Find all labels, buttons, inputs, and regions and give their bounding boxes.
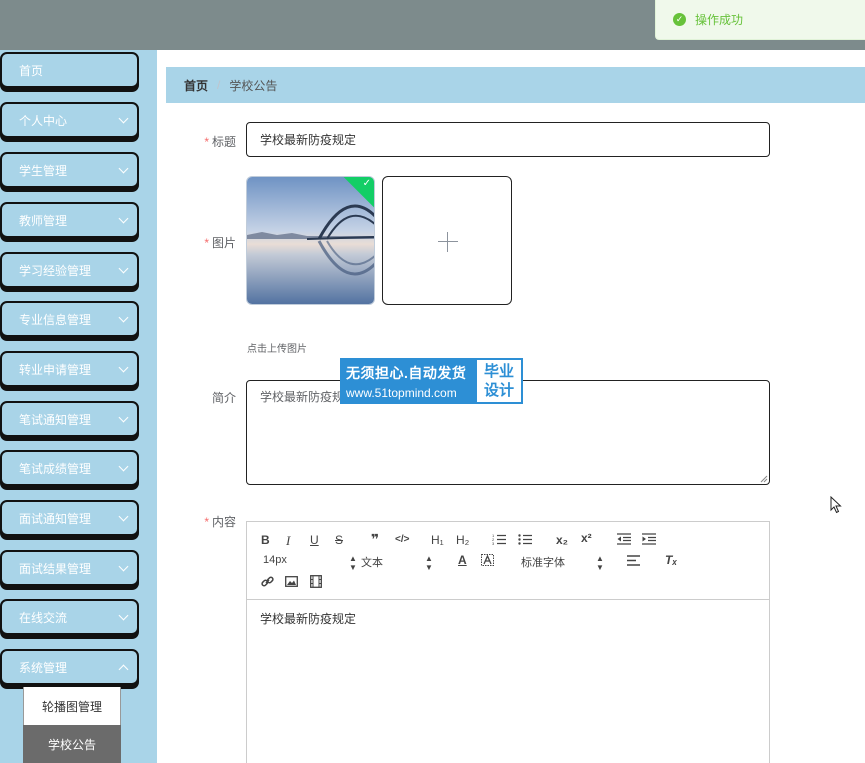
bullet-list-icon[interactable] xyxy=(518,533,532,545)
sidebar-item-online-chat[interactable]: 在线交流 xyxy=(0,599,139,635)
title-label: * 标题 xyxy=(204,135,236,149)
image-icon[interactable] xyxy=(285,576,298,587)
block-format-select[interactable]: 文本 ▲ ▼ xyxy=(361,554,433,572)
sidebar-item-label: 教师管理 xyxy=(19,213,68,228)
code-icon[interactable]: </> xyxy=(395,534,409,545)
sidebar-item-students[interactable]: 学生管理 xyxy=(0,152,139,188)
sidebar-item-label: 系统管理 xyxy=(19,660,68,675)
clear-format-icon[interactable]: Tₓ xyxy=(665,553,677,567)
superscript-icon[interactable]: x² xyxy=(581,531,592,545)
intro-label: 简介 xyxy=(211,391,236,405)
chevron-down-icon xyxy=(118,610,129,621)
upload-tip: 点击上传图片 xyxy=(247,344,307,355)
sidebar-item-label: 专业信息管理 xyxy=(19,312,92,327)
sidebar-item-interview-result[interactable]: 面试结果管理 xyxy=(0,550,139,586)
chevron-down-icon xyxy=(118,312,129,323)
blockquote-icon[interactable]: ❞ xyxy=(371,531,379,548)
h2-icon[interactable]: H₂ xyxy=(456,533,469,547)
bridge-photo xyxy=(247,177,374,304)
chevron-down-icon xyxy=(118,113,129,124)
subscript-icon[interactable]: x₂ xyxy=(556,533,568,547)
sidebar-item-label: 首页 xyxy=(19,63,44,78)
indent-icon[interactable] xyxy=(642,533,656,545)
font-size-select[interactable]: 14px ▲ ▼ xyxy=(263,554,358,572)
breadcrumb-current: 学校公告 xyxy=(229,78,278,93)
sidebar-item-personal-center[interactable]: 个人中心 xyxy=(0,102,139,138)
chevron-down-icon xyxy=(118,412,129,423)
bold-icon[interactable]: B xyxy=(261,533,270,547)
title-input[interactable] xyxy=(246,122,770,157)
sidebar-item-home[interactable]: 首页 xyxy=(0,52,139,88)
sidebar-item-label: 笔试通知管理 xyxy=(19,412,92,427)
check-icon: ✓ xyxy=(362,178,371,189)
sidebar-item-label: 面试通知管理 xyxy=(19,511,92,526)
chevron-down-icon xyxy=(118,461,129,472)
chevron-up-icon xyxy=(118,664,129,675)
sidebar-item-written-test-notice[interactable]: 笔试通知管理 xyxy=(0,401,139,437)
underline-icon[interactable]: U xyxy=(310,533,319,547)
success-toast: ✓ 操作成功 xyxy=(655,0,865,40)
sidebar-item-label: 在线交流 xyxy=(19,610,68,625)
sidebar-item-written-test-score[interactable]: 笔试成绩管理 xyxy=(0,450,139,486)
mouse-pointer-icon xyxy=(830,496,842,514)
sidebar-item-label: 学习经验管理 xyxy=(19,263,92,278)
select-arrows-icon: ▲ ▼ xyxy=(425,554,433,572)
plus-icon xyxy=(438,241,458,242)
select-arrows-icon: ▲ ▼ xyxy=(596,554,604,572)
sidebar-item-label: 个人中心 xyxy=(19,113,68,128)
editor-content[interactable]: 学校最新防疫规定 xyxy=(247,600,769,637)
content-label: * 内容 xyxy=(204,515,236,529)
uploaded-image-thumbnail[interactable]: ✓ xyxy=(246,176,375,305)
strikethrough-icon[interactable]: S xyxy=(335,533,343,547)
sidebar-item-label: 转业申请管理 xyxy=(19,362,92,377)
breadcrumb-home[interactable]: 首页 xyxy=(184,77,208,94)
watermark-badge-line2: 设计 xyxy=(483,382,514,399)
watermark-line1: 无须担心.自动发货 xyxy=(346,365,467,381)
sidebar-item-label: 笔试成绩管理 xyxy=(19,461,92,476)
ordered-list-icon[interactable]: 123 xyxy=(492,533,506,545)
submenu-item-announcement[interactable]: 学校公告 xyxy=(23,725,121,763)
sidebar-item-system[interactable]: 系统管理 xyxy=(0,649,139,685)
font-color-icon[interactable]: A xyxy=(458,553,467,567)
editor-toolbar: B I U S ❞ </> H₁ H₂ 123 x₂ x² 14px ▲ ▼ 文本 ▲… xyxy=(247,522,769,600)
sidebar-item-interview-notice[interactable]: 面试通知管理 xyxy=(0,500,139,536)
italic-icon[interactable]: I xyxy=(286,533,290,549)
image-upload-button[interactable] xyxy=(382,176,512,305)
toast-message: 操作成功 xyxy=(695,13,744,27)
sidebar-item-major-info[interactable]: 专业信息管理 xyxy=(0,301,139,337)
watermark: 无须担心.自动发货 www.51topmind.com 毕业 设计 xyxy=(340,358,523,404)
chevron-down-icon xyxy=(118,362,129,373)
sidebar-item-label: 学生管理 xyxy=(19,163,68,178)
chevron-down-icon xyxy=(118,163,129,174)
chevron-down-icon xyxy=(118,561,129,572)
resize-handle-icon[interactable] xyxy=(760,475,768,483)
align-icon[interactable] xyxy=(627,555,640,566)
chevron-down-icon xyxy=(118,263,129,274)
breadcrumb-separator: / xyxy=(217,78,221,92)
sidebar: 首页 个人中心 学生管理 教师管理 学习经验管理 专业信息管理 转业申请管理 笔… xyxy=(0,50,157,763)
outdent-icon[interactable] xyxy=(617,533,631,545)
image-label: * 图片 xyxy=(204,236,236,250)
link-icon[interactable] xyxy=(261,575,274,588)
check-circle-icon: ✓ xyxy=(673,13,686,26)
background-color-icon[interactable] xyxy=(481,554,494,566)
rich-text-editor: B I U S ❞ </> H₁ H₂ 123 x₂ x² 14px ▲ ▼ 文本 ▲… xyxy=(246,521,770,763)
sidebar-item-study-experience[interactable]: 学习经验管理 xyxy=(0,252,139,288)
watermark-badge-line1: 毕业 xyxy=(483,363,514,380)
submenu-item-carousel[interactable]: 轮播图管理 xyxy=(23,687,121,725)
sidebar-item-teachers[interactable]: 教师管理 xyxy=(0,202,139,238)
chevron-down-icon xyxy=(118,511,129,522)
sidebar-item-transfer-application[interactable]: 转业申请管理 xyxy=(0,351,139,387)
font-family-select[interactable]: 标准字体 ▲ ▼ xyxy=(521,554,604,572)
watermark-line2: www.51topmind.com xyxy=(346,386,457,400)
h1-icon[interactable]: H₁ xyxy=(431,533,444,547)
breadcrumb: 首页 / 学校公告 xyxy=(166,67,865,103)
svg-text:3: 3 xyxy=(492,541,495,545)
video-icon[interactable] xyxy=(310,575,322,588)
sidebar-item-label: 面试结果管理 xyxy=(19,561,92,576)
select-arrows-icon: ▲ ▼ xyxy=(349,554,357,572)
chevron-down-icon xyxy=(118,213,129,224)
